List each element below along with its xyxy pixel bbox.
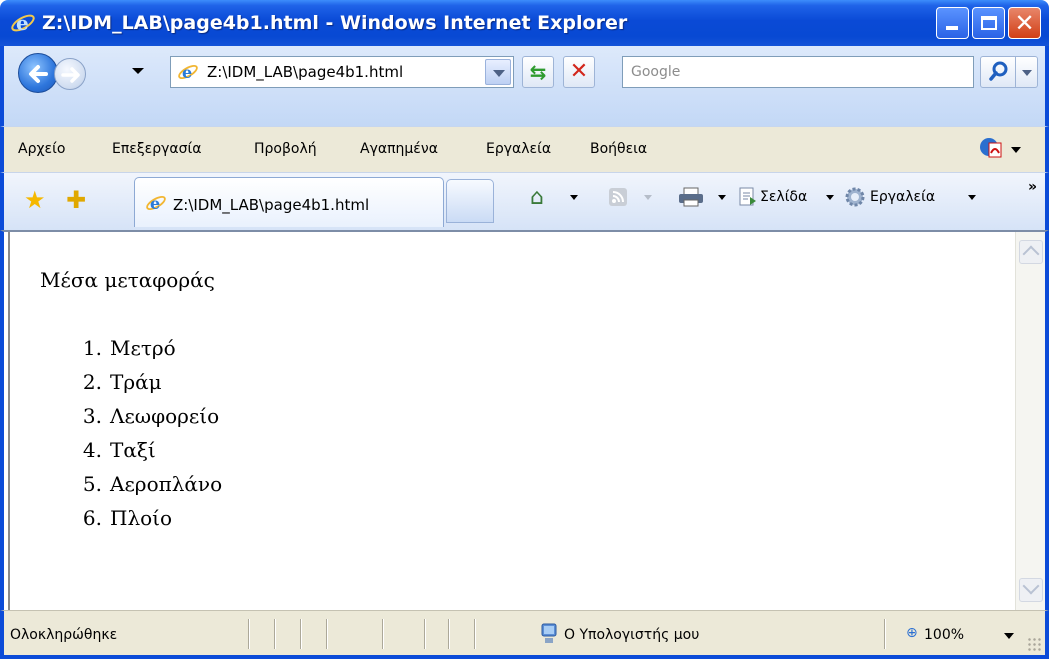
add-to-favorites-icon[interactable]: ✚	[66, 186, 86, 214]
svg-text:e: e	[182, 63, 192, 82]
menu-view[interactable]: Προβολή	[254, 141, 317, 157]
status-separator	[326, 619, 328, 649]
ordered-list: 1. Μετρό 2. Τράμ 3. Λεωφορείο 4. Ταξί 5. Αερο…	[66, 336, 222, 540]
print-dropdown-icon[interactable]	[718, 195, 726, 200]
address-field[interactable]: e Z:\IDM_LAB\page4b1.html	[170, 56, 514, 88]
status-separator	[274, 619, 276, 649]
vertical-scrollbar[interactable]	[1015, 232, 1045, 610]
new-tab-button[interactable]	[446, 179, 494, 223]
search-options-dropdown[interactable]	[1016, 56, 1038, 88]
menu-help[interactable]: Βοήθεια	[590, 141, 647, 157]
status-separator	[382, 619, 384, 649]
refresh-icon: ⇆	[529, 60, 547, 84]
list-item: 2. Τράμ	[82, 370, 162, 394]
close-icon: ✕	[1014, 9, 1035, 37]
feeds-dropdown-icon[interactable]	[644, 195, 652, 200]
page-icon: e	[177, 61, 199, 83]
search-button[interactable]	[980, 56, 1016, 88]
favorites-center-star-icon[interactable]: ★	[24, 186, 46, 214]
address-dropdown-icon[interactable]	[485, 59, 511, 85]
menu-edit[interactable]: Επεξεργασία	[112, 141, 201, 157]
back-button[interactable]	[18, 53, 58, 93]
zoom-dropdown-icon[interactable]	[1004, 633, 1014, 639]
zoom-level[interactable]: 100%	[924, 627, 964, 643]
close-button[interactable]: ✕	[1008, 7, 1041, 39]
menu-bar: Αρχείο Επεξεργασία Προβολή Αγαπημένα Εργ…	[0, 126, 1049, 172]
list-item: 5. Αεροπλάνο	[82, 472, 223, 496]
page-heading: Μέσα μεταφοράς	[40, 268, 215, 292]
menu-favorites[interactable]: Αγαπημένα	[360, 141, 438, 157]
scroll-up-button[interactable]	[1019, 240, 1043, 264]
page-dropdown-icon[interactable]	[826, 195, 834, 200]
status-separator	[424, 619, 426, 649]
feeds-icon[interactable]	[608, 187, 628, 211]
menu-file[interactable]: Αρχείο	[18, 141, 65, 157]
security-zone-label: Ο Υπολογιστής μου	[564, 627, 700, 643]
page-content-area: Μέσα μεταφοράς 1. Μετρό 2. Τράμ 3. Λεωφορεί…	[0, 230, 1049, 610]
document-view: Μέσα μεταφοράς 1. Μετρό 2. Τράμ 3. Λεωφορεί…	[8, 232, 1012, 610]
tab-page-icon: e	[145, 192, 167, 214]
forward-button[interactable]	[54, 58, 86, 90]
tab-label: Z:\IDM_LAB\page4b1.html	[173, 196, 370, 214]
internet-explorer-icon: e	[10, 10, 36, 36]
window-title: Z:\IDM_LAB\page4b1.html - Windows Intern…	[42, 12, 628, 34]
maximize-button[interactable]	[972, 7, 1005, 39]
status-separator	[474, 619, 476, 649]
stop-button[interactable]: ✕	[563, 56, 595, 88]
refresh-button[interactable]: ⇆	[522, 56, 554, 88]
menu-tools[interactable]: Εργαλεία	[486, 141, 551, 157]
more-commands-chevron[interactable]: »	[1028, 179, 1037, 195]
page-menu-button[interactable]: Σελίδα	[760, 189, 807, 205]
status-separator	[248, 619, 250, 649]
back-arrow-icon	[29, 65, 48, 83]
recent-pages-dropdown-icon[interactable]	[132, 68, 144, 74]
svg-text:e: e	[16, 11, 29, 35]
stop-icon: ✕	[569, 59, 589, 84]
pdf-convert-icon[interactable]	[979, 137, 1003, 159]
resize-grip[interactable]	[1027, 637, 1041, 651]
zoom-icon[interactable]: ⊕	[906, 625, 918, 641]
tab-page4b1[interactable]: e Z:\IDM_LAB\page4b1.html	[134, 177, 444, 227]
pdf-dropdown-icon[interactable]	[1011, 147, 1021, 153]
list-item: 3. Λεωφορείο	[82, 404, 220, 428]
status-separator	[884, 619, 886, 649]
tools-gear-icon	[844, 186, 866, 212]
page-icon-cmd	[738, 187, 758, 211]
list-item: 1. Μετρό	[82, 336, 176, 360]
status-separator	[300, 619, 302, 649]
status-bar: Ολοκληρώθηκε Ο Υπολογιστής μου ⊕ 100%	[0, 610, 1049, 659]
navigation-bar: e Z:\IDM_LAB\page4b1.html ⇆ ✕ Google	[0, 46, 1049, 126]
list-item: 6. Πλοίο	[82, 506, 173, 530]
home-dropdown-icon[interactable]	[570, 195, 578, 200]
svg-text:e: e	[150, 194, 160, 213]
maximize-icon	[981, 16, 997, 30]
status-text: Ολοκληρώθηκε	[10, 627, 118, 643]
search-input[interactable]: Google	[622, 56, 974, 88]
list-item: 4. Ταξί	[82, 438, 156, 462]
print-icon[interactable]	[678, 187, 704, 211]
tab-bar: ★ ✚ e Z:\IDM_LAB\page4b1.html ⌂ Σελίδα Ε…	[0, 172, 1049, 230]
address-url: Z:\IDM_LAB\page4b1.html	[207, 63, 404, 81]
scroll-down-button[interactable]	[1019, 578, 1043, 602]
minimize-button[interactable]	[936, 7, 969, 39]
forward-arrow-icon	[61, 67, 80, 83]
search-icon	[989, 61, 1008, 81]
tools-dropdown-icon[interactable]	[968, 195, 976, 200]
tools-menu-button[interactable]: Εργαλεία	[870, 189, 935, 205]
my-computer-zone-icon	[540, 623, 558, 645]
title-bar[interactable]: e Z:\IDM_LAB\page4b1.html - Windows Inte…	[0, 0, 1049, 46]
home-icon[interactable]: ⌂	[530, 185, 544, 210]
minimize-icon	[946, 26, 958, 30]
status-separator	[448, 619, 450, 649]
